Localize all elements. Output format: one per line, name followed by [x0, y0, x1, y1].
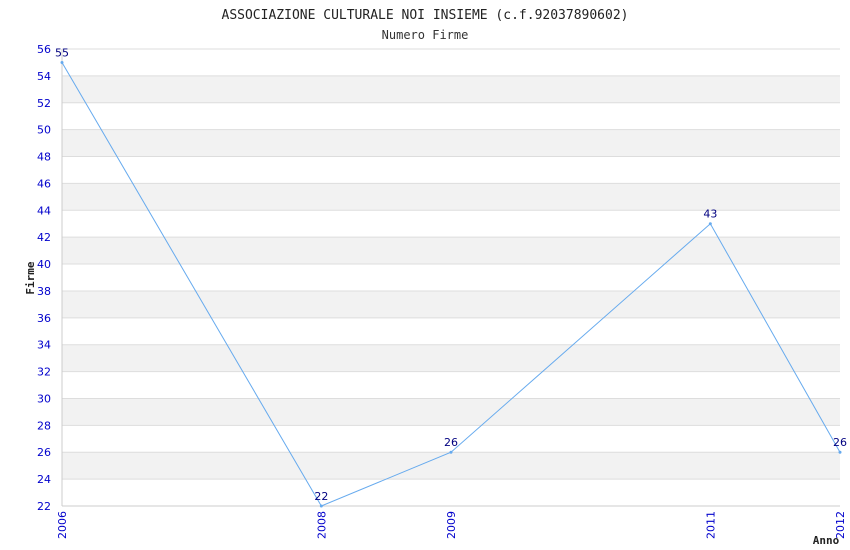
grid-band: [62, 129, 840, 157]
y-tick-label: 28: [37, 419, 51, 432]
y-tick-label: 30: [37, 392, 51, 405]
x-tick-label: 2006: [56, 511, 69, 539]
data-label: 55: [55, 46, 69, 59]
data-point: [60, 60, 64, 64]
y-tick-label: 24: [37, 473, 51, 486]
grid-band: [62, 183, 840, 211]
data-point: [449, 450, 453, 454]
y-axis-title: Firme: [24, 261, 37, 294]
data-label: 26: [444, 436, 458, 449]
chart-title: ASSOCIAZIONE CULTURALE NOI INSIEME (c.f.…: [222, 8, 629, 23]
y-tick-label: 22: [37, 500, 51, 513]
x-tick-label: 2009: [445, 511, 458, 539]
grid-band: [62, 290, 840, 318]
x-axis-ticks: 2006 2008 2009 2011 2012: [56, 511, 847, 539]
y-tick-label: 52: [37, 97, 51, 110]
y-tick-label: 46: [37, 177, 51, 190]
y-tick-label: 56: [37, 43, 51, 56]
x-tick-label: 2008: [315, 511, 328, 539]
grid-band: [62, 344, 840, 372]
data-label: 26: [833, 436, 847, 449]
data-label: 22: [314, 490, 328, 503]
grid-band: [62, 75, 840, 103]
x-tick-label: 2011: [704, 511, 717, 539]
y-tick-label: 42: [37, 231, 51, 244]
y-tick-label: 26: [37, 446, 51, 459]
y-tick-label: 32: [37, 366, 51, 379]
grid-band: [62, 398, 840, 426]
data-point: [319, 504, 323, 508]
y-tick-label: 40: [37, 258, 51, 271]
y-tick-label: 54: [37, 70, 51, 83]
y-tick-label: 48: [37, 151, 51, 164]
y-tick-label: 50: [37, 124, 51, 137]
data-point: [838, 450, 842, 454]
data-label: 43: [703, 208, 717, 221]
y-tick-label: 38: [37, 285, 51, 298]
grid-band: [62, 452, 840, 480]
data-point: [708, 222, 712, 226]
y-tick-label: 44: [37, 204, 51, 217]
chart-subtitle: Numero Firme: [382, 28, 469, 42]
grid-band: [62, 237, 840, 265]
y-tick-label: 34: [37, 339, 51, 352]
line-chart: ASSOCIAZIONE CULTURALE NOI INSIEME (c.f.…: [24, 8, 847, 547]
y-tick-label: 36: [37, 312, 51, 325]
x-axis-title: Anno: [813, 534, 840, 547]
y-axis-ticks: 22 24 26 28 30 32 34 36 38 40 42 44 46 48 50 52 54 56: [37, 43, 51, 513]
